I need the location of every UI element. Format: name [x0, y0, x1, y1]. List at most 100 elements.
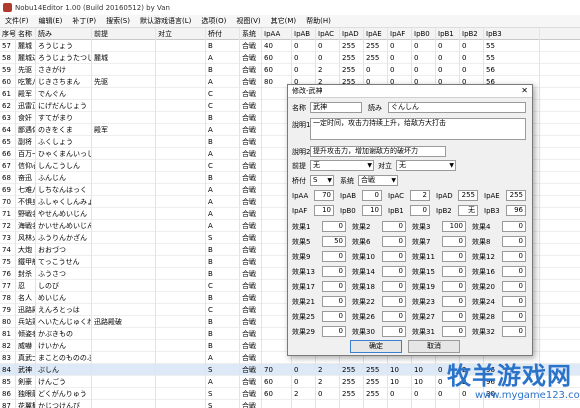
column-header[interactable]: IpB0: [412, 28, 436, 40]
column-header[interactable]: IpB1: [436, 28, 460, 40]
oppose-select[interactable]: 无 ▼: [396, 160, 456, 171]
effect-field[interactable]: 0: [502, 296, 526, 307]
system-select[interactable]: 合戦 ▼: [358, 175, 398, 186]
table-cell: 77: [0, 280, 16, 292]
reading-field[interactable]: ぐんしん: [388, 102, 526, 113]
menu-patch[interactable]: 补丁(P): [67, 16, 101, 26]
menu-language[interactable]: 默认游戏语言(L): [135, 16, 196, 26]
param-field[interactable]: 70: [314, 190, 334, 201]
effect-field[interactable]: 0: [502, 326, 526, 337]
table-row[interactable]: 57 麓城 ろうじょう B 合戦 40 0 0 255 255 0 0 0 0 55: [0, 40, 580, 52]
param-field[interactable]: 10: [362, 205, 382, 216]
table-cell: 合戦: [240, 304, 262, 316]
table-row[interactable]: 58麓城达人ろうじょうたつじん麓城A合戦6000255255000055: [0, 52, 580, 64]
column-header[interactable]: IpAE: [364, 28, 388, 40]
param-field[interactable]: 10: [314, 205, 334, 216]
param-field[interactable]: 2: [410, 190, 430, 201]
effect-field[interactable]: 0: [502, 221, 526, 232]
effect-field[interactable]: 0: [382, 311, 406, 322]
effect-field[interactable]: 0: [382, 221, 406, 232]
table-cell: A: [206, 208, 240, 220]
cancel-button[interactable]: 取消: [408, 340, 460, 353]
param-field[interactable]: 0: [362, 190, 382, 201]
table-cell: ふうさつ: [36, 268, 92, 280]
column-header[interactable]: 名称: [16, 28, 36, 40]
effect-field[interactable]: 0: [322, 296, 346, 307]
menu-search[interactable]: 搜索(S): [101, 16, 135, 26]
column-header[interactable]: IpAA: [262, 28, 292, 40]
effect-field[interactable]: 0: [502, 281, 526, 292]
menu-file[interactable]: 文件(F): [0, 16, 34, 26]
table-cell: 0: [388, 388, 412, 400]
table-cell: 79: [0, 304, 16, 316]
column-header[interactable]: IpB3: [484, 28, 540, 40]
effect-field[interactable]: 100: [442, 221, 466, 232]
close-icon[interactable]: ✕: [521, 86, 528, 95]
column-header[interactable]: 序号: [0, 28, 16, 40]
effect-field[interactable]: 50: [322, 236, 346, 247]
desc2-field[interactable]: 提升攻击力，增加谢敌方的破坏力: [310, 146, 446, 157]
column-header[interactable]: IpAF: [388, 28, 412, 40]
column-header[interactable]: IpAD: [340, 28, 364, 40]
prereq-select[interactable]: 无 ▼: [310, 160, 374, 171]
param-field[interactable]: 255: [458, 190, 478, 201]
effect-field[interactable]: 0: [322, 311, 346, 322]
param-field[interactable]: 255: [506, 190, 526, 201]
table-cell: しんこうしん: [36, 160, 92, 172]
column-header[interactable]: 桥付: [206, 28, 240, 40]
column-header[interactable]: 系统: [240, 28, 262, 40]
effect-field[interactable]: 0: [382, 296, 406, 307]
menu-options[interactable]: 选项(O): [196, 16, 231, 26]
effect-field[interactable]: 0: [322, 221, 346, 232]
effect-field[interactable]: 0: [322, 251, 346, 262]
table-cell: 2: [292, 388, 316, 400]
effect-label: 效果17: [292, 283, 315, 291]
effect-field[interactable]: 0: [382, 236, 406, 247]
chevron-down-icon: ▼: [449, 162, 454, 169]
grade-label: 桥付: [292, 177, 306, 185]
effect-field[interactable]: 0: [322, 266, 346, 277]
effect-field[interactable]: 0: [442, 251, 466, 262]
effect-field[interactable]: 0: [382, 266, 406, 277]
grade-select[interactable]: S ▼: [310, 175, 334, 186]
ok-button[interactable]: 确定: [350, 340, 402, 353]
name-field[interactable]: 武神: [310, 102, 362, 113]
menu-other[interactable]: 其它(M): [266, 16, 302, 26]
effect-field[interactable]: 0: [322, 281, 346, 292]
table-cell: 威嚇: [16, 340, 36, 352]
effect-field[interactable]: 0: [442, 326, 466, 337]
effect-field[interactable]: 0: [442, 311, 466, 322]
system-value: 合戦: [361, 176, 375, 184]
column-header[interactable]: IpAB: [292, 28, 316, 40]
effect-field[interactable]: 0: [442, 236, 466, 247]
table-row[interactable]: 59 先驱 さきがけ B 合戦 60 0 2 255 0 0 0 0 0 56: [0, 64, 580, 76]
column-header[interactable]: IpAC: [316, 28, 340, 40]
effect-field[interactable]: 0: [442, 296, 466, 307]
effect-field[interactable]: 0: [382, 251, 406, 262]
column-header[interactable]: 読み: [36, 28, 92, 40]
effect-field[interactable]: 0: [382, 281, 406, 292]
param-field[interactable]: 96: [506, 205, 526, 216]
effect-field[interactable]: 0: [442, 266, 466, 277]
desc1-field[interactable]: 一定时间，攻击力持续上升，给敌方大打击: [310, 118, 526, 140]
effect-label: 效果23: [412, 298, 435, 306]
table-cell: 0: [412, 64, 436, 76]
menu-edit[interactable]: 编辑(E): [34, 16, 68, 26]
menu-help[interactable]: 帮助(H): [301, 16, 336, 26]
param-field[interactable]: 0: [410, 205, 430, 216]
effect-field[interactable]: 0: [322, 326, 346, 337]
column-header[interactable]: IpB2: [460, 28, 484, 40]
effect-field[interactable]: 0: [502, 236, 526, 247]
column-header[interactable]: 前提: [92, 28, 156, 40]
column-header[interactable]: 对立: [156, 28, 206, 40]
effect-field[interactable]: 0: [502, 251, 526, 262]
effect-field[interactable]: 0: [502, 311, 526, 322]
table-cell: 58: [0, 52, 16, 64]
param-label: IpAC: [388, 192, 405, 200]
effect-field[interactable]: 0: [382, 326, 406, 337]
table-cell: 倾姿者: [16, 328, 36, 340]
param-field[interactable]: 无: [458, 205, 478, 216]
effect-field[interactable]: 0: [502, 266, 526, 277]
effect-field[interactable]: 0: [442, 281, 466, 292]
menu-view[interactable]: 视图(V): [231, 16, 265, 26]
